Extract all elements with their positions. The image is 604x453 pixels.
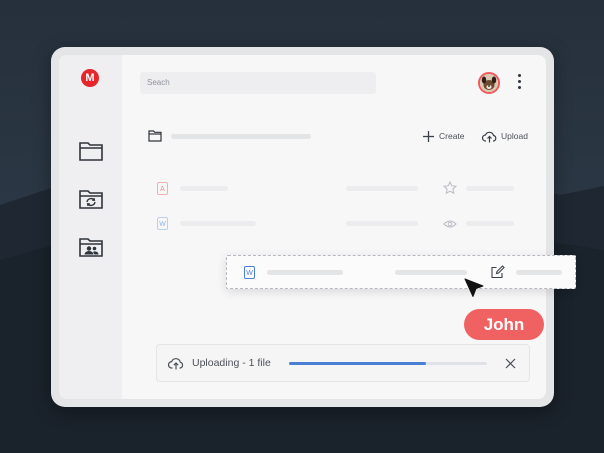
file-extra-placeholder [466,186,514,191]
file-meta-placeholder [346,221,418,226]
upload-label: Upload [501,131,528,141]
current-folder-icon [148,130,162,142]
cloud-upload-icon [482,131,497,142]
user-avatar[interactable] [478,72,500,94]
edit-icon[interactable] [491,265,505,279]
close-icon[interactable] [505,358,516,369]
eye-icon[interactable] [443,217,457,231]
dog-avatar-icon [480,74,498,92]
file-name-placeholder [180,221,256,226]
create-label: Create [439,131,465,141]
plus-icon [423,130,434,142]
upload-progress-bar [289,362,487,365]
upload-status-text: Uploading - 1 file [192,357,271,369]
pdf-file-icon: A [157,182,168,195]
create-button[interactable]: Create [422,129,465,143]
upload-progress-fill [289,362,426,365]
shared-folder-icon[interactable] [78,236,104,258]
cloud-drive-folder-icon[interactable] [78,140,104,162]
file-name-placeholder [180,186,228,191]
cloud-upload-icon [168,358,184,370]
mega-logo[interactable]: M [81,69,99,87]
file-meta-placeholder [395,270,467,275]
breadcrumb-placeholder [171,134,311,139]
file-meta-placeholder [346,186,418,191]
sync-folder-icon[interactable] [78,188,104,210]
file-extra-placeholder [466,221,514,226]
mouse-cursor-icon [464,278,484,297]
more-options-icon[interactable] [516,74,522,92]
file-extra-placeholder [516,270,562,275]
star-icon[interactable] [443,181,457,195]
search-input[interactable]: Seach [140,72,376,94]
upload-panel: Uploading - 1 file [156,344,530,382]
file-name-placeholder [267,270,343,275]
sidebar: M [59,55,122,399]
collaborator-name-tag: John [464,309,544,340]
word-file-icon: W [244,266,255,279]
dragged-file-row[interactable]: W [226,255,576,289]
upload-button[interactable]: Upload [482,129,528,143]
word-file-icon: W [157,217,168,230]
